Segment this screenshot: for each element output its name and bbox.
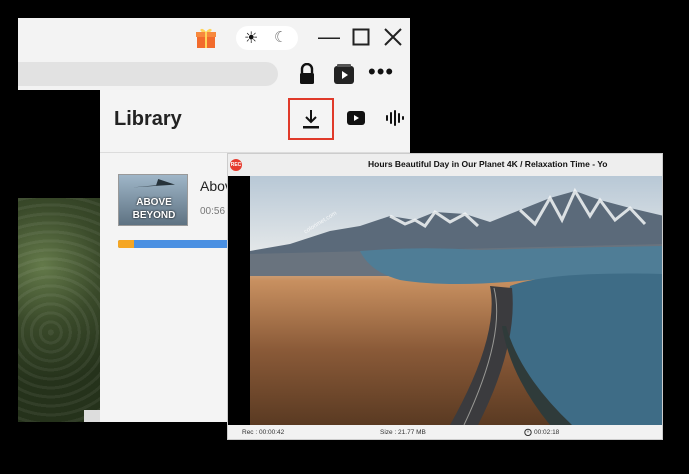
theme-toggle[interactable]: ☀ ☾ [236,26,298,50]
minimize-icon[interactable]: — [316,24,342,50]
plane-graphic [133,179,175,188]
moon-icon[interactable]: ☾ [274,28,287,46]
landscape-graphic [360,246,662,425]
recorder-title: Hours Beautiful Day in Our Planet 4K / R… [368,159,608,169]
download-icon [303,110,319,129]
tab-audio[interactable] [384,108,404,128]
download-progress-bar [118,240,238,248]
recording-elapsed: Rec : 00:00:42 [242,429,285,436]
title-bar: ☀ ☾ — [18,18,410,58]
more-dots-icon[interactable]: ••• [368,60,393,84]
gift-icon[interactable] [194,26,218,50]
tab-download[interactable] [288,98,334,140]
item-thumbnail[interactable]: ABOVE BEYOND [118,174,188,226]
library-title: Library [114,108,182,130]
maximize-icon[interactable] [348,24,374,50]
thumb-text-line1: ABOVE [136,197,172,208]
tab-video[interactable] [346,108,366,128]
recorder-status-bar: Rec : 00:00:42 Size : 21.77 MB 00:02:18 [228,425,662,439]
recorder-left-black-bar [228,176,250,425]
recorder-video-frame: colorimet.com [250,176,662,425]
lock-icon[interactable] [298,63,316,85]
close-icon[interactable] [380,24,406,50]
thumb-text-line2: BEYOND [132,210,176,221]
scrollbar-stub[interactable] [84,410,100,422]
item-duration: 00:56 [200,206,226,217]
rec-badge[interactable]: REC [230,159,242,171]
timer-icon [524,428,532,436]
recording-size: Size : 21.77 MB [380,429,426,436]
address-bar[interactable] [18,62,278,86]
extension-icon[interactable] [333,63,355,85]
recorder-title-bar: REC Hours Beautiful Day in Our Planet 4K… [228,154,662,176]
address-row: ••• [18,58,410,94]
progress-start-segment [118,240,134,248]
sun-icon[interactable]: ☀ [244,28,258,48]
recorder-window: REC Hours Beautiful Day in Our Planet 4K… [227,153,663,440]
recording-timer: 00:02:18 [534,429,560,436]
video-background-frame [18,198,100,422]
